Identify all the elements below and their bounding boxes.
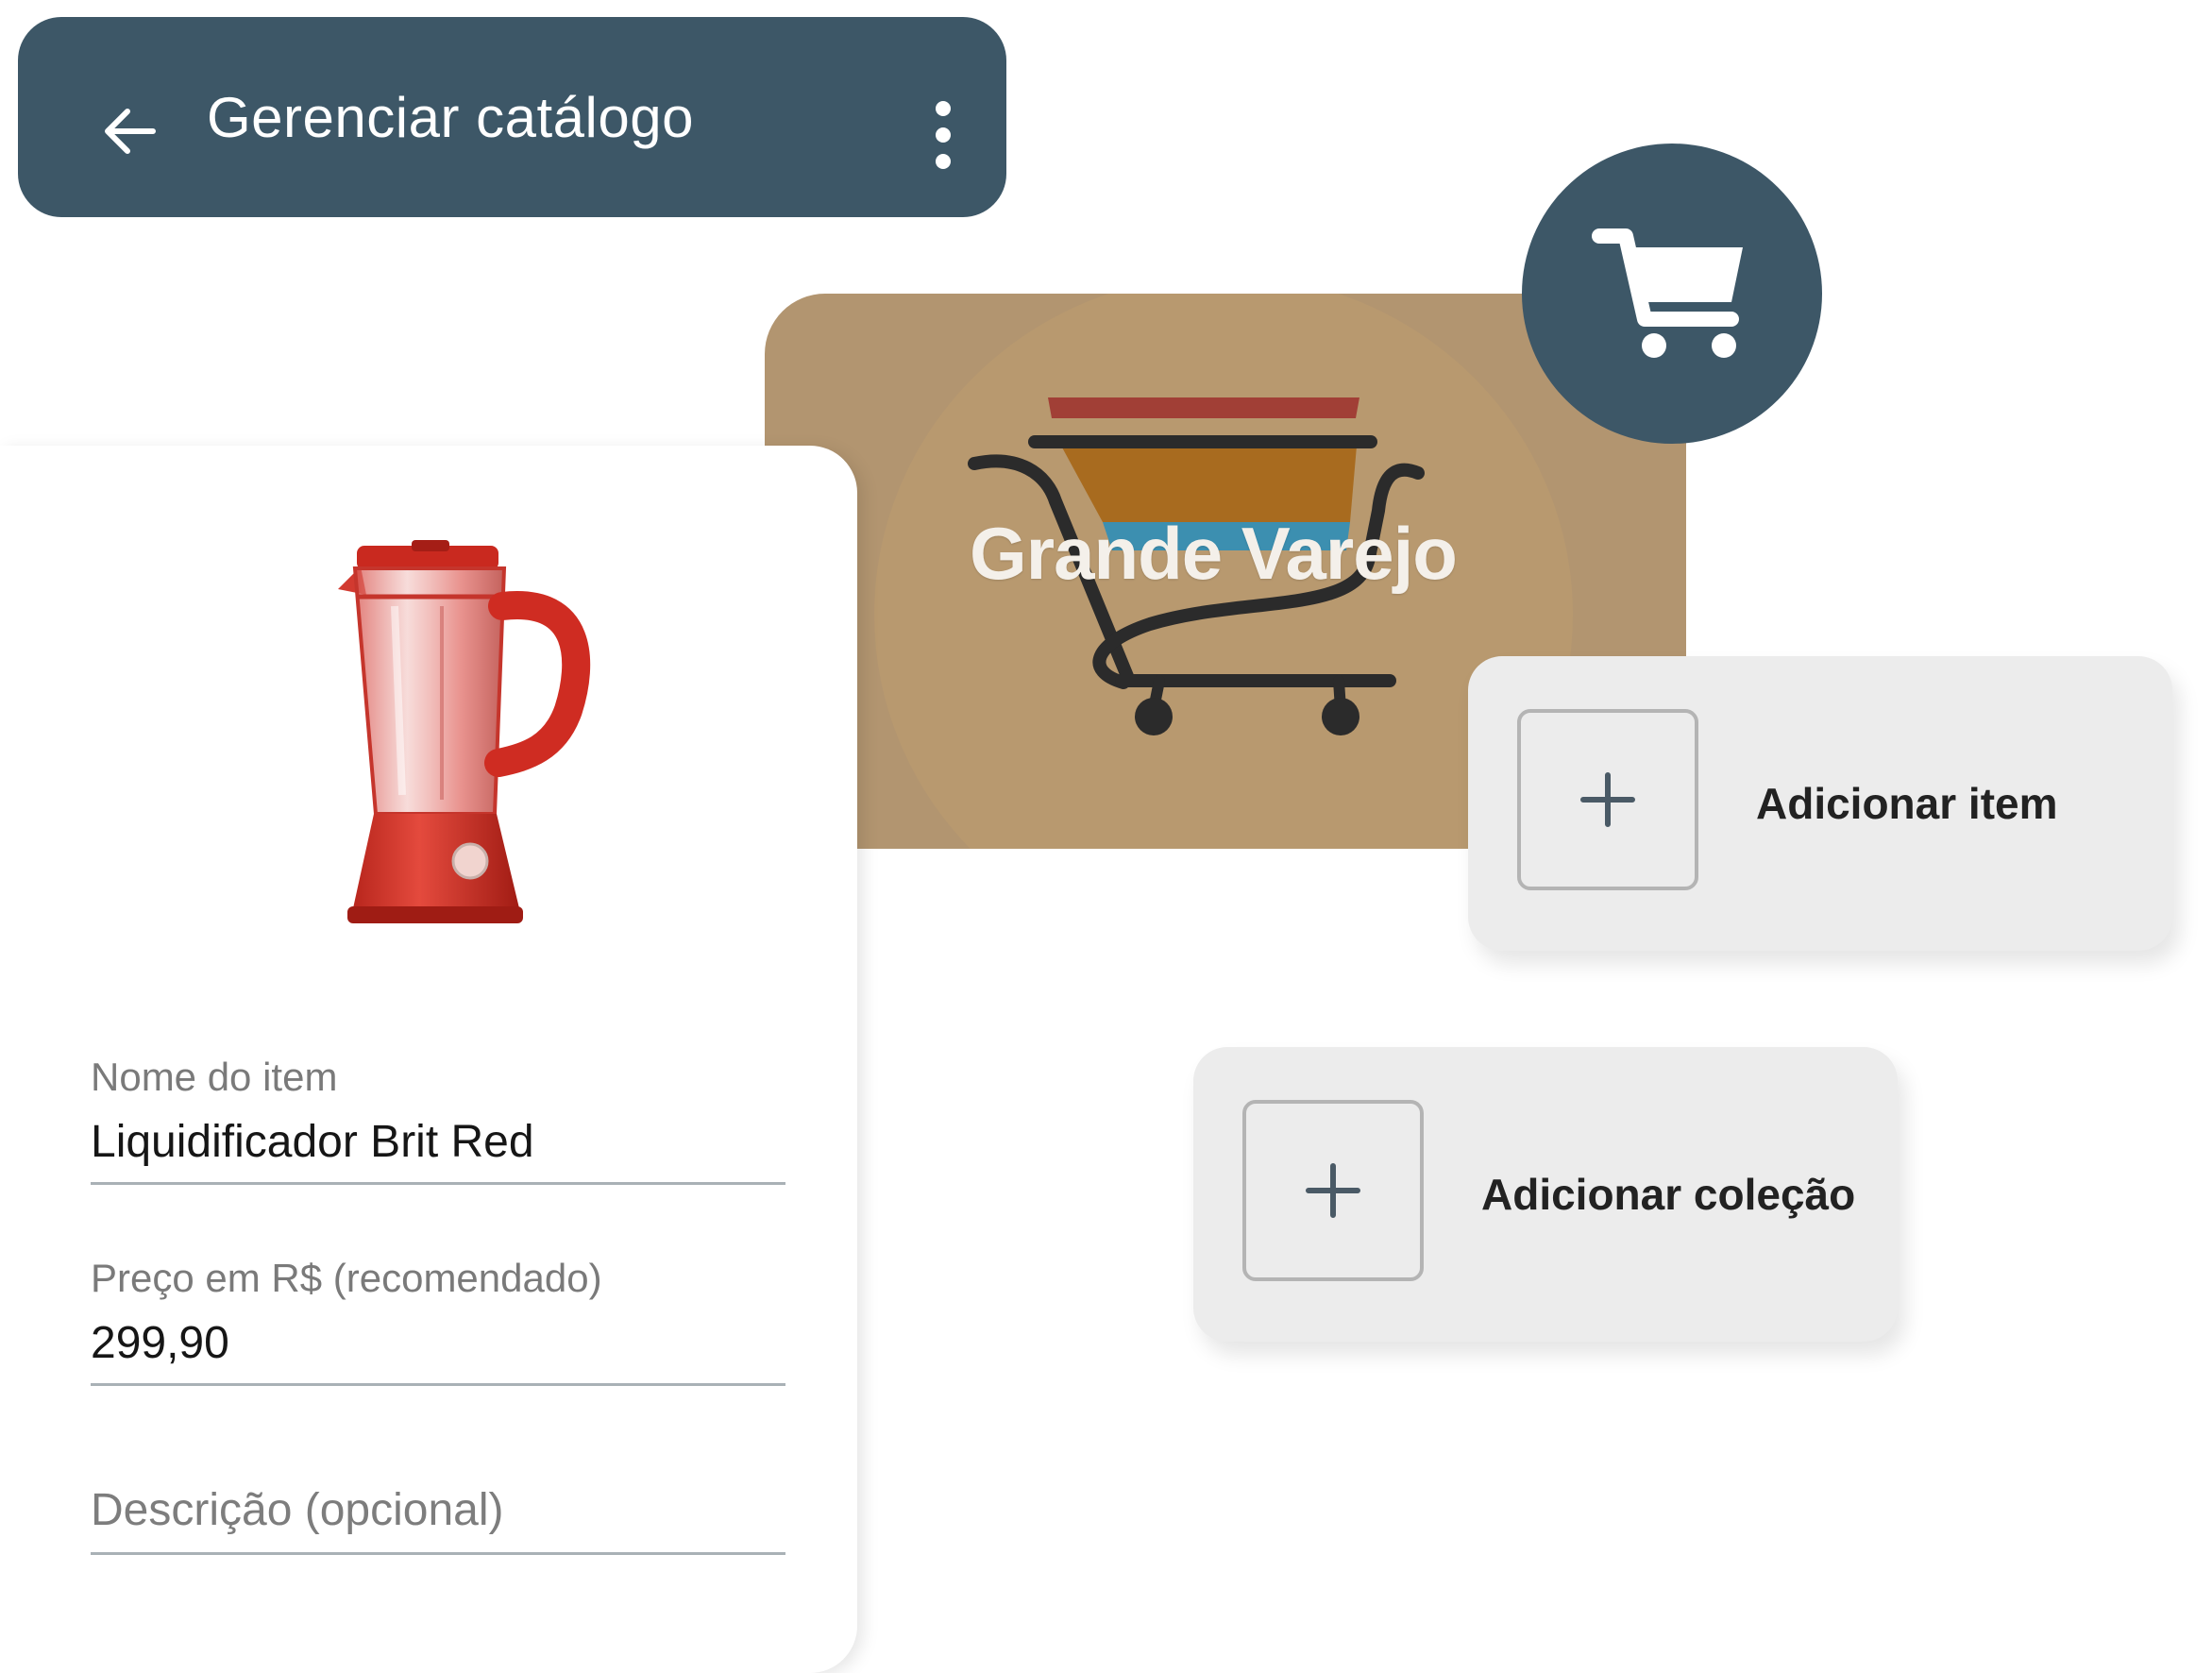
plus-icon: [1580, 772, 1635, 827]
price-label: Preço em R$ (recomendado): [91, 1256, 602, 1300]
cart-button[interactable]: [1522, 144, 1822, 444]
description-input[interactable]: Descrição (opcional): [91, 1488, 785, 1552]
plus-icon: [1306, 1163, 1360, 1218]
shopping-cart-icon: [1592, 228, 1743, 358]
arrow-left-icon: [105, 109, 156, 154]
store-name: Grande Varejo: [970, 512, 1458, 595]
price-input[interactable]: 299,90: [91, 1321, 785, 1383]
add-item-plus-box: [1517, 709, 1698, 890]
red-blender-product-image: [338, 540, 591, 923]
add-collection-button[interactable]: Adicionar coleção: [1193, 1047, 1898, 1342]
add-collection-label: Adicionar coleção: [1481, 1170, 1856, 1219]
description-field[interactable]: Descrição (opcional): [91, 1488, 785, 1555]
add-item-button[interactable]: Adicionar item: [1468, 656, 2172, 951]
back-button[interactable]: [78, 79, 182, 183]
item-name-input[interactable]: Liquidificador Brit Red: [91, 1120, 785, 1182]
page-title: Gerenciar catálogo: [207, 85, 694, 149]
more-options-button[interactable]: [910, 83, 976, 187]
item-name-field[interactable]: Nome do item Liquidificador Brit Red: [91, 1057, 785, 1185]
add-collection-plus-box: [1242, 1100, 1424, 1281]
more-vertical-icon: [936, 101, 951, 169]
item-form-card: Nome do item Liquidificador Brit Red Pre…: [0, 446, 857, 1673]
app-header: Gerenciar catálogo: [18, 17, 1006, 217]
price-field[interactable]: Preço em R$ (recomendado) 299,90: [91, 1259, 785, 1386]
add-item-label: Adicionar item: [1756, 779, 2058, 828]
item-name-label: Nome do item: [91, 1055, 338, 1099]
